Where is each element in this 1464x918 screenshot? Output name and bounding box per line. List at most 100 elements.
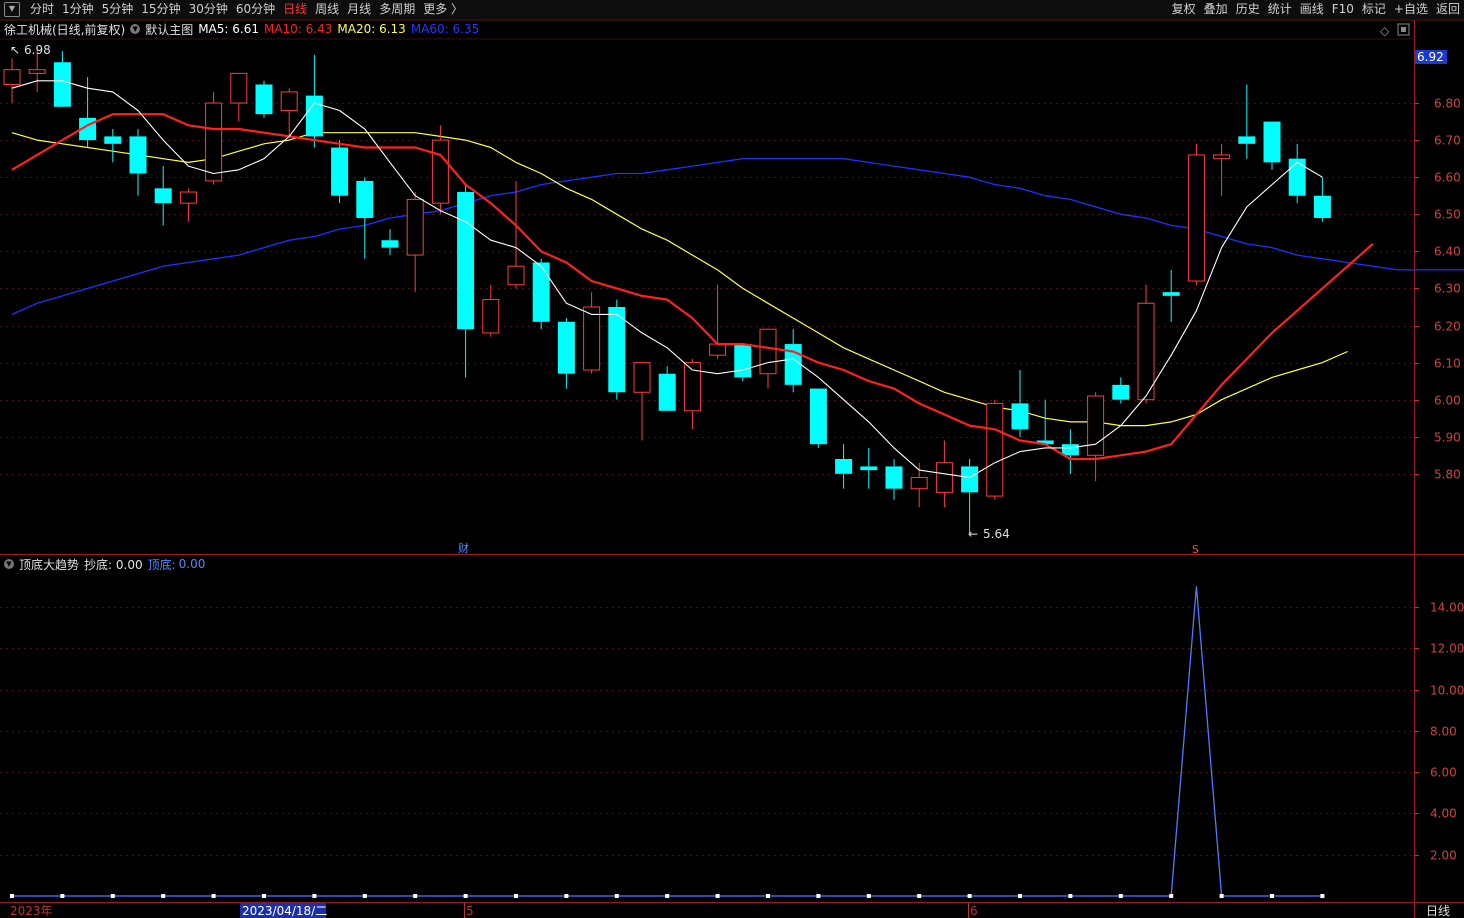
- period-tab-1[interactable]: 1分钟: [58, 0, 98, 19]
- indicator-tick-label: 12.00: [1430, 642, 1464, 656]
- candle-body-up: [1087, 395, 1105, 456]
- ma20-line-group: [11, 132, 1348, 427]
- period-tab-7[interactable]: 周线: [311, 0, 343, 19]
- ma5-line: [11, 80, 1323, 479]
- x-axis: 2023年 2023/04/18/二 5 6 日线: [10, 903, 1450, 918]
- period-tabs: ▼ 分时 1分钟 5分钟 15分钟 30分钟 60分钟 日线 周线 月线 多周期 更多 〉: [0, 0, 467, 19]
- chaodi-marker: [1219, 894, 1224, 898]
- price-tick-label: 6.00: [1434, 394, 1461, 408]
- chaodi-marker: [564, 894, 569, 898]
- candle-body-up: [633, 362, 651, 393]
- finance-event-marker[interactable]: 财: [458, 541, 469, 555]
- template-dropdown-icon[interactable]: ▼: [130, 24, 141, 34]
- candle: [608, 299, 626, 400]
- period-tab-10[interactable]: 更多 〉: [419, 0, 467, 19]
- candle: [331, 140, 349, 204]
- candles-group: [3, 47, 1331, 534]
- indicator-tick-label: 8.00: [1430, 725, 1457, 739]
- candle-body-down: [860, 466, 878, 471]
- chaodi-marker: [1320, 894, 1325, 898]
- menu-icon[interactable]: ▼: [4, 2, 20, 17]
- chart-canvas[interactable]: 5.80 5.90 6.00 6.10 6.20 6.30 6.40 6.50 6.60 6.70…: [0, 0, 1464, 918]
- price-tick-label: 6.50: [1434, 208, 1461, 222]
- chaodi-marker: [1270, 894, 1274, 898]
- ma5-value: MA5: 6.61: [198, 22, 259, 36]
- candle: [205, 91, 223, 185]
- candle: [935, 440, 953, 508]
- tool-tab-5[interactable]: F10: [1328, 0, 1358, 19]
- tool-tab-7[interactable]: +自选: [1390, 0, 1432, 19]
- x-label-may: 5: [466, 904, 474, 918]
- candle-body-up: [482, 299, 500, 334]
- candle: [532, 258, 550, 330]
- tool-tab-8[interactable]: 返回: [1432, 0, 1464, 19]
- period-tab-2[interactable]: 5分钟: [98, 0, 138, 19]
- indicator-tick-label: 14.00: [1430, 601, 1464, 615]
- indicator-name[interactable]: 顶底大趋势: [19, 556, 79, 573]
- candle-body-down: [532, 262, 550, 322]
- tool-tab-1[interactable]: 叠加: [1200, 0, 1232, 19]
- candle-body-up: [683, 362, 701, 412]
- period-tab-6[interactable]: 日线: [279, 0, 311, 19]
- candle-body-down: [255, 84, 273, 115]
- candle: [28, 47, 46, 92]
- chaodi-marker: [715, 894, 720, 898]
- indicator-tick-label: 6.00: [1430, 766, 1457, 780]
- main-chart-legend: 徐工机械(日线,前复权) ▼ 默认主图 MA5: 6.61 MA10: 6.43…: [4, 21, 484, 37]
- period-tab-4[interactable]: 30分钟: [185, 0, 232, 19]
- candle-body-down: [784, 344, 802, 385]
- cursor-date-bg: [240, 903, 326, 918]
- tool-tab-6[interactable]: 标记: [1358, 0, 1390, 19]
- tool-tab-3[interactable]: 统计: [1264, 0, 1296, 19]
- tool-tab-0[interactable]: 复权: [1168, 0, 1200, 19]
- period-tab-8[interactable]: 月线: [343, 0, 375, 19]
- candle-body-down: [356, 180, 374, 218]
- s-event-marker[interactable]: S: [1192, 543, 1199, 556]
- stock-name[interactable]: 徐工机械(日线,前复权): [4, 21, 125, 38]
- chaodi-marker: [110, 894, 115, 898]
- top-toolbar: ▼ 分时 1分钟 5分钟 15分钟 30分钟 60分钟 日线 周线 月线 多周期 更多 〉 复权 叠加…: [0, 0, 1464, 19]
- period-tab-5[interactable]: 60分钟: [232, 0, 279, 19]
- tool-tab-2[interactable]: 历史: [1232, 0, 1264, 19]
- period-tab-9[interactable]: 多周期: [375, 0, 419, 19]
- template-name[interactable]: 默认主图: [145, 21, 193, 38]
- indicator-dropdown-icon[interactable]: ▼: [4, 559, 14, 569]
- candle: [583, 292, 601, 374]
- chaodi-marker: [362, 894, 367, 898]
- period-tab-3[interactable]: 15分钟: [137, 0, 184, 19]
- candle-body-down: [1162, 292, 1180, 296]
- candle-body-up: [3, 69, 21, 85]
- price-tick-label: 6.10: [1434, 357, 1461, 371]
- candle: [885, 459, 903, 500]
- diamond-icon[interactable]: ◇: [1380, 24, 1390, 38]
- chaodi-marker: [463, 894, 468, 898]
- candle: [1187, 143, 1205, 285]
- indicator-tick-label: 10.00: [1430, 684, 1464, 698]
- ma60-value: MA60: 6.35: [410, 22, 480, 36]
- candle: [482, 284, 500, 337]
- ma60-line: [11, 158, 1464, 315]
- price-tick-label: 6.40: [1434, 245, 1461, 259]
- chaodi-marker: [917, 894, 922, 898]
- panel-toggle-icon[interactable]: [1397, 23, 1410, 36]
- dingdi-line: [12, 586, 1323, 897]
- current-price-tag: 6.92: [1417, 50, 1444, 64]
- candle: [734, 344, 752, 382]
- candle-body-down: [381, 240, 399, 248]
- candle-body-down: [1313, 195, 1331, 218]
- chaodi-marker: [866, 894, 871, 898]
- candle-body-up: [583, 306, 601, 371]
- candle-body-up: [431, 139, 449, 204]
- candle-body-down: [1112, 384, 1130, 400]
- x-period-label[interactable]: 日线: [1426, 904, 1450, 918]
- candle: [1112, 377, 1130, 404]
- candle-body-up: [230, 72, 248, 104]
- main-grid: [0, 103, 1414, 475]
- candle: [1137, 284, 1155, 404]
- candle: [835, 444, 853, 489]
- candle: [255, 80, 273, 118]
- tool-tab-4[interactable]: 画线: [1296, 0, 1328, 19]
- dingdi-label: 顶底:: [147, 557, 176, 572]
- chaodi-marker: [1068, 894, 1073, 898]
- period-tab-0[interactable]: 分时: [26, 0, 58, 19]
